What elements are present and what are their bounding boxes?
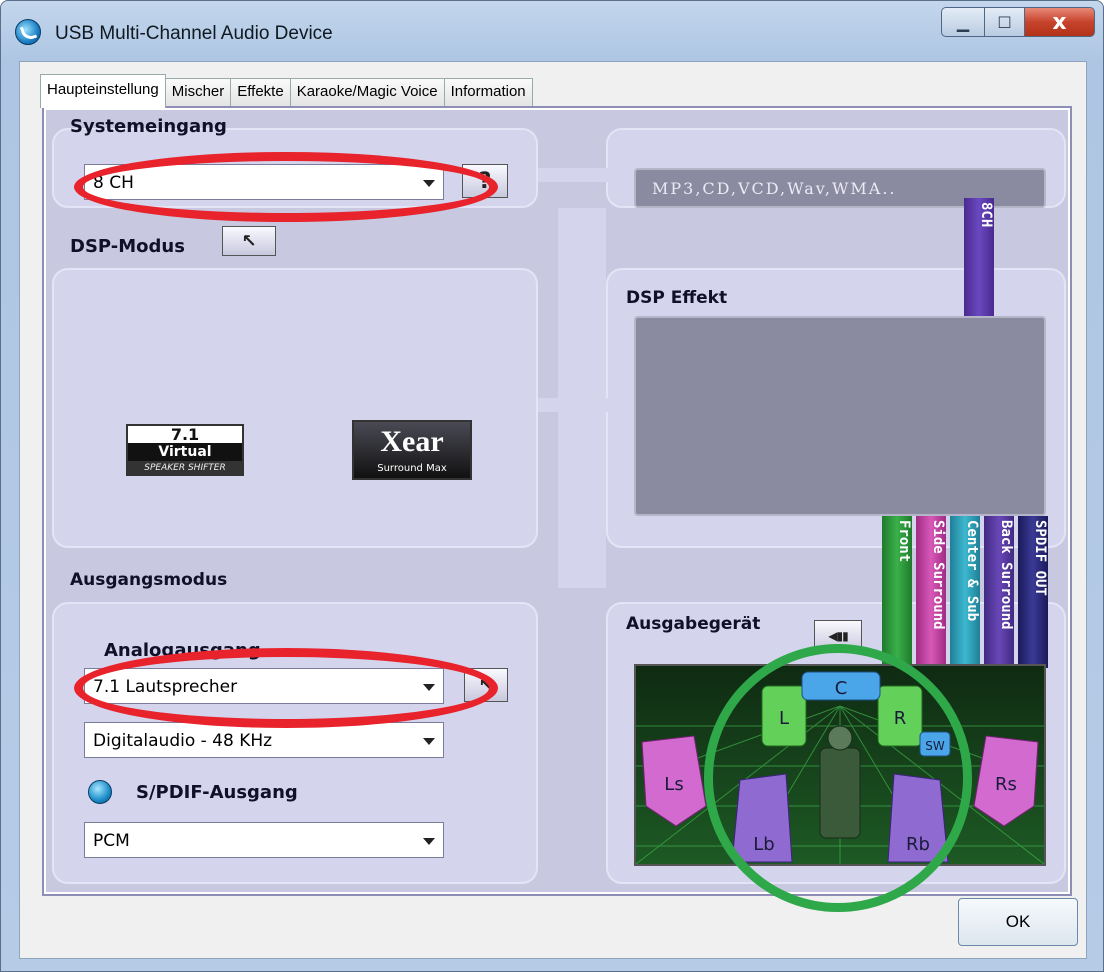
title-bar: USB Multi-Channel Audio Device ▁ ☐ x <box>1 1 1103 63</box>
connector <box>538 168 608 182</box>
dsp-mode-box <box>52 268 538 548</box>
output-mode-header: Ausgangsmodus <box>70 570 228 590</box>
minimize-button[interactable]: ▁ <box>941 7 985 37</box>
digital-audio-value: Digitalaudio - 48 KHz <box>93 731 273 751</box>
spdif-label: S/PDIF-Ausgang <box>136 782 298 803</box>
logo1-line1: 7.1 <box>170 425 200 444</box>
speaker-test-button[interactable]: ◀▮▮ <box>814 620 862 652</box>
system-input-header: Systemeingang <box>70 116 227 137</box>
ok-button[interactable]: OK <box>958 898 1078 946</box>
app-icon <box>15 19 41 45</box>
output-device-header: Ausgabegerät <box>626 614 761 634</box>
digital-audio-select[interactable]: Digitalaudio - 48 KHz <box>84 722 444 758</box>
dsp-mode-edit-button[interactable]: ↖ <box>222 226 276 256</box>
tab-effekte[interactable]: Effekte <box>230 78 291 108</box>
speaker-Rs: Rs <box>995 774 1017 795</box>
speaker-Lb: Lb <box>753 834 774 855</box>
dialog-client: Haupteinstellung Mischer Effekte Karaoke… <box>19 61 1087 959</box>
system-input-select[interactable]: 8 CH <box>84 164 444 200</box>
bar-side-surround: Side Surround <box>916 516 946 668</box>
window-controls: ▁ ☐ x <box>941 7 1095 37</box>
xear-logo[interactable]: Xear Surround Max <box>352 420 472 480</box>
system-input-value: 8 CH <box>93 173 134 193</box>
pen-icon: ↖ <box>478 674 494 696</box>
maximize-button[interactable]: ☐ <box>985 7 1025 37</box>
chevron-down-icon <box>423 684 435 691</box>
analog-output-label: Analogausgang <box>104 640 261 661</box>
dsp-mode-header: DSP-Modus <box>70 236 185 257</box>
dsp-effect-display <box>634 316 1046 516</box>
spdif-value: PCM <box>93 831 130 851</box>
analog-output-edit-button[interactable]: ↖ <box>464 668 508 702</box>
speaker-stage[interactable]: L C R SW Ls Rs Lb Rb <box>634 664 1046 866</box>
close-button[interactable]: x <box>1025 7 1095 37</box>
speaker-SW: SW <box>925 739 945 753</box>
connector <box>538 398 608 412</box>
tab-bar: Haupteinstellung Mischer Effekte Karaoke… <box>40 74 533 108</box>
logo2-main: Xear <box>380 425 444 458</box>
chevron-down-icon <box>423 180 435 187</box>
logo2-sub: Surround Max <box>377 463 447 474</box>
speaker-C: C <box>835 678 848 699</box>
chevron-down-icon <box>423 738 435 745</box>
speaker-R: R <box>894 708 907 729</box>
pen-icon: ↖ <box>241 230 257 252</box>
logo1-line2: Virtual <box>128 443 242 461</box>
spdif-toggle-icon[interactable] <box>88 780 112 804</box>
window: USB Multi-Channel Audio Device ▁ ☐ x Hau… <box>0 0 1104 972</box>
analog-output-value: 7.1 Lautsprecher <box>93 677 238 697</box>
tab-karaoke[interactable]: Karaoke/Magic Voice <box>289 78 445 108</box>
speaker-test-icon: ◀▮▮ <box>828 629 848 643</box>
speaker-Rb: Rb <box>906 834 930 855</box>
dsp-effect-header: DSP Effekt <box>626 288 728 308</box>
logo1-line3: SPEAKER SHIFTER <box>128 461 242 476</box>
bar-center-sub: Center & Sub <box>950 516 980 668</box>
virtual-71-logo[interactable]: 7.1 Virtual SPEAKER SHIFTER <box>126 424 244 476</box>
ok-label: OK <box>1005 912 1031 931</box>
analog-output-select[interactable]: 7.1 Lautsprecher <box>84 668 444 704</box>
tab-mischer[interactable]: Mischer <box>164 78 232 108</box>
bar-front: Front <box>882 516 912 668</box>
main-panel: Systemeingang 8 CH ? MP3,CD,VCD,Wav,WMA.… <box>42 106 1072 912</box>
speaker-stage-graphic: L C R SW Ls Rs Lb Rb <box>636 666 1044 864</box>
speaker-Ls: Ls <box>664 774 683 795</box>
tab-information[interactable]: Information <box>443 78 533 108</box>
bar-back-surround: Back Surround <box>984 516 1014 668</box>
help-label: ? <box>478 168 492 194</box>
spdif-select[interactable]: PCM <box>84 822 444 858</box>
chevron-down-icon <box>423 838 435 845</box>
bar-8ch: 8CH <box>964 198 994 322</box>
tab-haupteinstellung[interactable]: Haupteinstellung <box>40 74 166 108</box>
help-button[interactable]: ? <box>462 164 508 198</box>
speaker-L: L <box>779 708 789 729</box>
window-title: USB Multi-Channel Audio Device <box>55 23 333 44</box>
bar-spdif-out: SPDIF OUT <box>1018 516 1048 668</box>
